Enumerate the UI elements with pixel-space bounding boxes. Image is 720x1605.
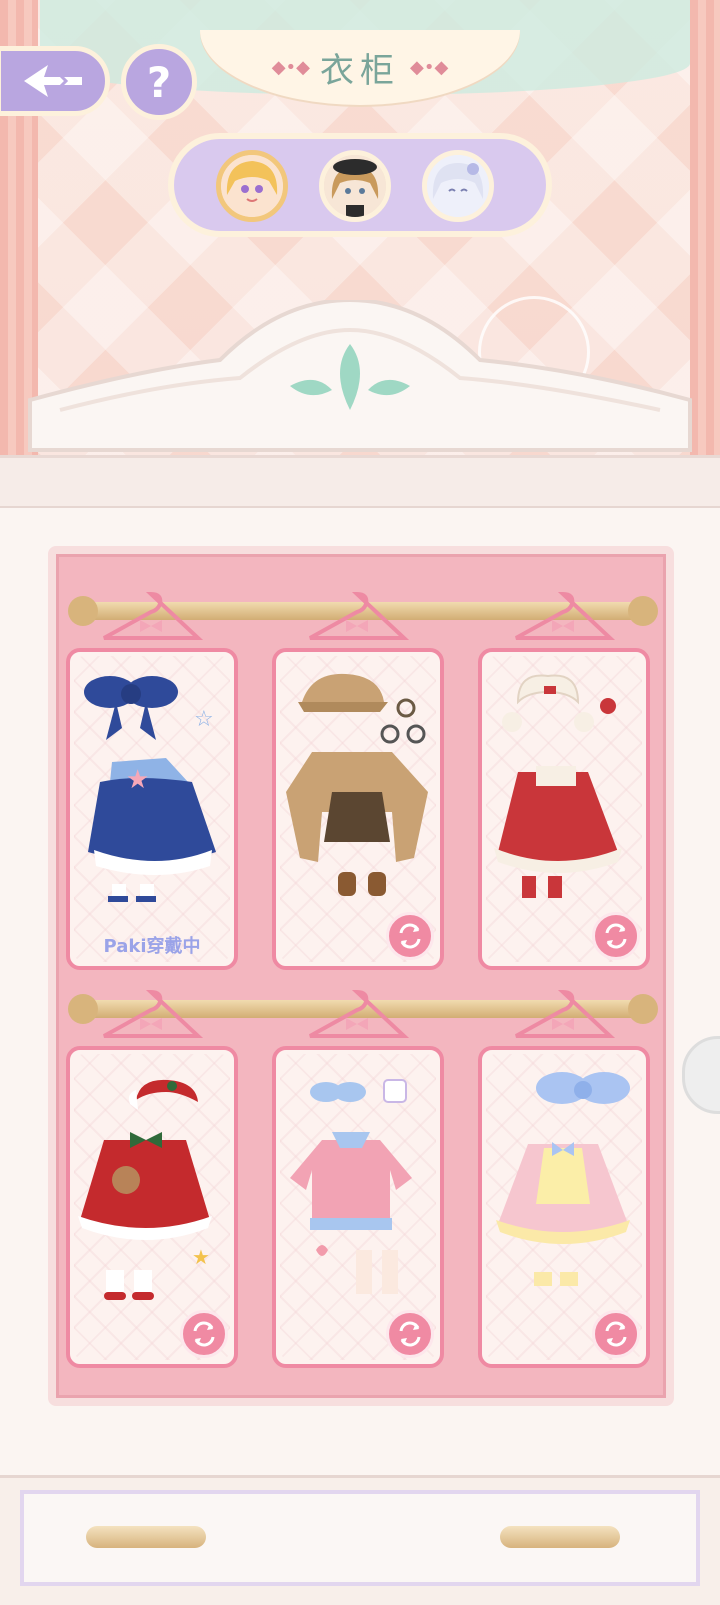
swap-outfit-button[interactable] xyxy=(386,912,434,960)
hanger-icon xyxy=(515,591,616,640)
outfit-card-pink-sweater[interactable] xyxy=(272,1046,444,1368)
wardrobe-crown xyxy=(28,300,692,452)
back-arrow-icon xyxy=(24,65,82,97)
wardrobe-interior: ☆ ★ Paki穿戴中 ★ xyxy=(48,546,674,1406)
character-avatar-silver[interactable] xyxy=(422,150,494,222)
rod-cap xyxy=(628,994,658,1024)
drawer-handle-left xyxy=(86,1526,206,1548)
swap-outfit-button[interactable] xyxy=(592,912,640,960)
back-button[interactable] xyxy=(0,46,110,116)
rod-cap xyxy=(68,994,98,1024)
outfit-card-red-winter-dress[interactable] xyxy=(478,648,650,970)
svg-text:☆: ☆ xyxy=(194,707,214,732)
rod-cap xyxy=(68,596,98,626)
drawer-face xyxy=(20,1490,700,1586)
swap-outfit-button[interactable] xyxy=(592,1310,640,1358)
title-right-ornament-icon: ◆•◆ xyxy=(410,57,449,78)
character-avatar-blonde[interactable] xyxy=(216,150,288,222)
detective-coat-icon xyxy=(286,673,428,896)
hanger-icon xyxy=(515,989,616,1038)
wearing-status: Paki穿戴中 xyxy=(103,936,201,957)
refresh-icon xyxy=(193,1321,215,1347)
help-label: ? xyxy=(146,57,172,107)
hanger-icon xyxy=(103,591,204,640)
refresh-icon xyxy=(605,1321,627,1347)
page-title: 衣柜 xyxy=(320,51,400,91)
hanger-icon xyxy=(309,591,410,640)
wardrobe-cabinet: ☆ ★ Paki穿戴中 ★ xyxy=(0,455,720,1605)
cabinet-cornice xyxy=(0,458,720,508)
rod-cap xyxy=(628,596,658,626)
refresh-icon xyxy=(399,923,421,949)
character-selector xyxy=(168,133,552,237)
outfit-card-christmas-dress[interactable]: ★ xyxy=(66,1046,238,1368)
side-tab[interactable] xyxy=(682,1036,720,1114)
svg-text:★: ★ xyxy=(126,765,149,795)
character-silver-portrait xyxy=(427,155,489,217)
hanger-icon xyxy=(103,989,204,1038)
swap-outfit-button[interactable] xyxy=(386,1310,434,1358)
svg-text:★: ★ xyxy=(192,1245,210,1269)
wardrobe-drawer[interactable] xyxy=(0,1475,720,1605)
refresh-icon xyxy=(605,923,627,949)
pink-sweater-icon xyxy=(290,1079,412,1294)
outfit-card-pastel-lolita-dress[interactable] xyxy=(478,1046,650,1368)
swap-outfit-button[interactable] xyxy=(180,1310,228,1358)
red-winter-dress-icon xyxy=(494,674,622,898)
character-avatar-beret[interactable] xyxy=(319,150,391,222)
character-blonde-portrait xyxy=(221,155,283,217)
blue-sailor-dress-icon: ☆ ★ xyxy=(84,676,216,902)
refresh-icon xyxy=(399,1321,421,1347)
title-left-ornament-icon: ◆•◆ xyxy=(271,57,310,78)
outfit-card-detective-coat[interactable] xyxy=(272,648,444,970)
outfit-card-blue-sailor-dress[interactable]: ☆ ★ Paki穿戴中 xyxy=(66,648,238,970)
character-beret-portrait xyxy=(324,155,386,217)
drawer-handle-right xyxy=(500,1526,620,1548)
hanger-icon xyxy=(309,989,410,1038)
pastel-lolita-dress-icon xyxy=(496,1072,630,1286)
christmas-dress-icon: ★ xyxy=(78,1079,212,1300)
help-button[interactable]: ? xyxy=(121,44,197,120)
